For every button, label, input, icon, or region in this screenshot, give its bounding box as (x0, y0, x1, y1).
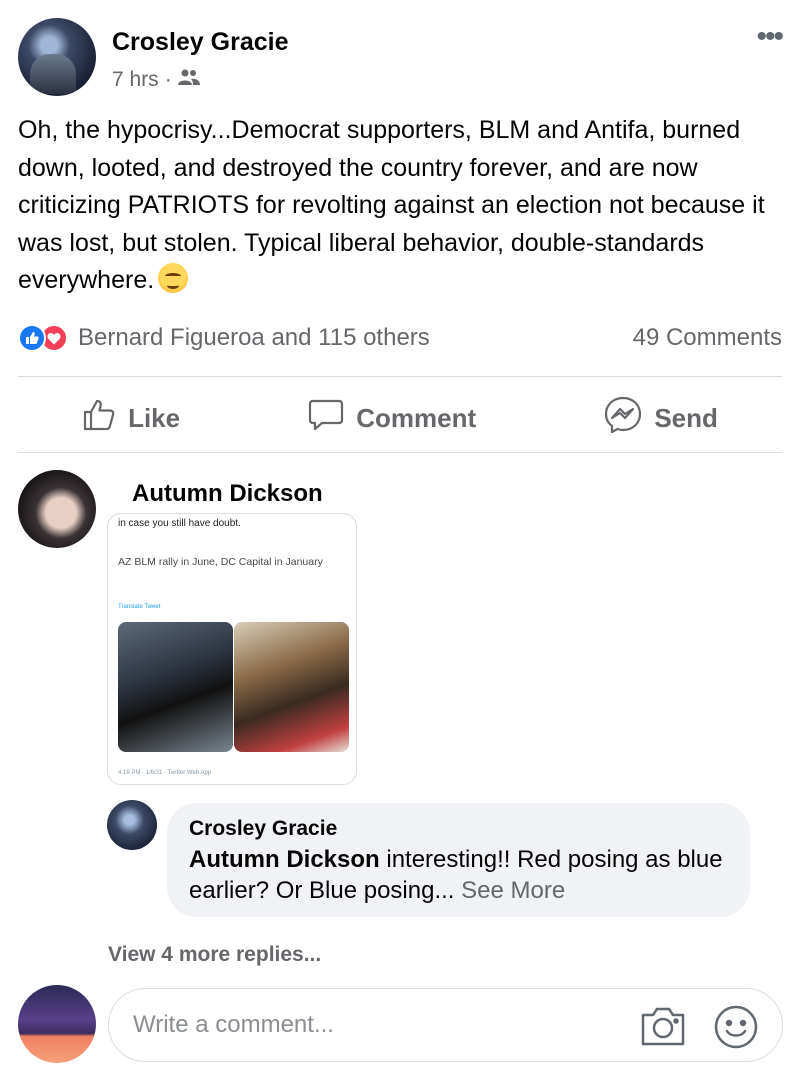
tweet-body-text: AZ BLM rally in June, DC Capital in Janu… (118, 556, 323, 568)
comment-input[interactable] (133, 1011, 613, 1039)
view-more-replies-link[interactable]: View 4 more replies... (108, 943, 321, 967)
tweet-lead-text: in case you still have doubt. (118, 518, 241, 529)
see-more-link[interactable]: See More (454, 877, 565, 904)
post-author-name[interactable]: Crosley Gracie (112, 28, 289, 57)
send-label: Send (654, 402, 718, 433)
like-reaction-icon (18, 324, 46, 352)
tweet-footer: 4:19 PM · 1/6/21 · Twitter Web App (118, 770, 212, 776)
post-text-body: Oh, the hypocrisy...Democrat supporters,… (18, 116, 765, 294)
post-time[interactable]: 7 hrs (112, 68, 159, 92)
post-author-avatar[interactable] (18, 18, 96, 96)
reply-author-avatar[interactable] (107, 800, 157, 850)
reactions-summary-row: Bernard Figueroa and 115 others 49 Comme… (18, 318, 782, 358)
friends-icon (177, 68, 200, 92)
camera-icon[interactable] (639, 1004, 687, 1053)
reactions-summary-text: Bernard Figueroa and 115 others (78, 324, 430, 351)
divider-bottom (18, 452, 782, 453)
post-text: Oh, the hypocrisy...Democrat supporters,… (18, 112, 783, 300)
like-label: Like (128, 402, 181, 433)
reply-text: Autumn Dickson interesting!! Red posing … (189, 844, 728, 906)
comment-image-attachment[interactable]: in case you still have doubt. AZ BLM ral… (107, 513, 357, 785)
woozy-face-emoji-icon (158, 263, 189, 293)
tweet-photo-left (118, 622, 233, 752)
comment-author[interactable]: Autumn Dickson (132, 480, 323, 508)
tweet-translate-link: Translate Tweet (118, 604, 161, 610)
tweet-photo-right (234, 622, 349, 752)
reply-author[interactable]: Crosley Gracie (189, 817, 728, 841)
comments-count[interactable]: 49 Comments (633, 324, 782, 352)
more-options-icon[interactable]: ••• (756, 22, 783, 52)
like-button[interactable]: Like (82, 398, 180, 439)
meta-separator: · (164, 68, 172, 91)
post-action-bar: Like Comment Send (18, 388, 782, 448)
reply-bubble: Crosley Gracie Autumn Dickson interestin… (167, 803, 750, 917)
reply-mention[interactable]: Autumn Dickson (189, 846, 380, 873)
comment-bubble-icon (308, 398, 344, 439)
comment-label: Comment (356, 402, 477, 433)
current-user-avatar (18, 985, 96, 1063)
emoji-smiley-icon[interactable] (713, 1004, 759, 1055)
reaction-icons (18, 324, 68, 352)
divider-top (18, 376, 782, 377)
comment-button[interactable]: Comment (308, 398, 476, 439)
thumbs-up-icon (82, 398, 116, 439)
commenter-avatar[interactable] (18, 470, 96, 548)
send-button[interactable]: Send (604, 396, 718, 441)
messenger-icon (604, 396, 642, 441)
comment-composer[interactable] (108, 988, 783, 1062)
post-meta: 7 hrs · (112, 68, 200, 92)
reactions-summary[interactable]: Bernard Figueroa and 115 others (18, 324, 430, 352)
